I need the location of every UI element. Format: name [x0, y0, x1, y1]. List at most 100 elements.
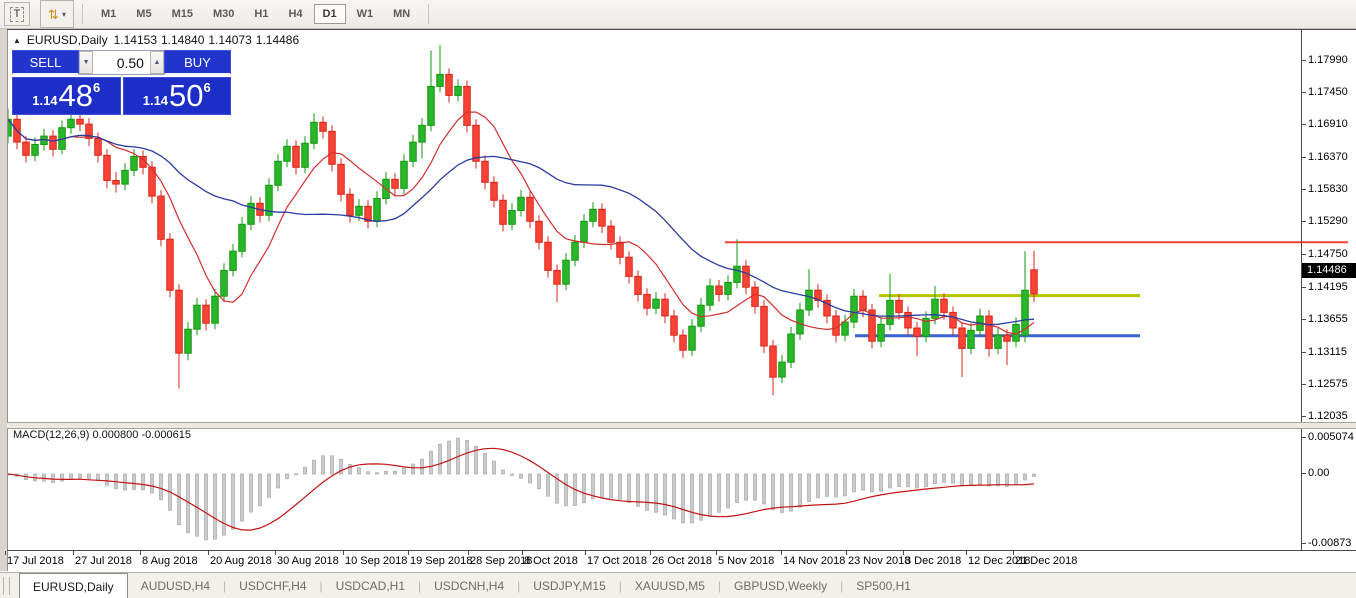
sell-price-small: 1.14: [32, 93, 57, 108]
date-axis-label: 17 Jul 2018: [7, 555, 64, 567]
top-toolbar: T ⇅ ▾ M1M5M15M30H1H4D1W1MN: [0, 0, 1356, 29]
sell-price-big: 48: [59, 81, 93, 111]
date-axis-label: 17 Oct 2018: [587, 555, 647, 567]
toolbar-separator: [428, 4, 429, 24]
date-axis-tick: [522, 551, 523, 555]
date-axis-tick: [73, 551, 74, 555]
price-axis-label: 1.15290: [1308, 215, 1348, 227]
buy-price-small: 1.14: [143, 93, 168, 108]
timeframe-button-m5[interactable]: M5: [127, 4, 160, 24]
price-axis-tick: [1301, 221, 1306, 222]
current-price-badge: 1.14486: [1302, 263, 1356, 278]
volume-increase-button[interactable]: ▲: [150, 51, 164, 74]
timeframe-button-w1[interactable]: W1: [348, 4, 383, 24]
chart-tab-usdcnh[interactable]: USDCNH,H4: [421, 573, 517, 598]
double-arrow-icon: ⇅: [48, 8, 59, 21]
macd-name: MACD(12,26,9): [13, 429, 89, 441]
timeframe-button-h4[interactable]: H4: [279, 4, 311, 24]
buy-button[interactable]: BUY: [164, 50, 231, 75]
timeframe-button-m30[interactable]: M30: [204, 4, 243, 24]
volume-decrease-button[interactable]: ▼: [79, 51, 93, 74]
price-axis-label: 1.17990: [1308, 54, 1348, 66]
volume-control: ▼ ▲: [79, 50, 164, 75]
date-axis-tick: [903, 551, 904, 555]
price-axis-tick: [1301, 189, 1306, 190]
chart-tab-gbpusd[interactable]: GBPUSD,Weekly: [721, 573, 840, 598]
chart-tab-usdcad[interactable]: USDCAD,H1: [323, 573, 418, 598]
macd-axis-tick: [1301, 473, 1306, 474]
price-axis-tick: [1301, 254, 1306, 255]
timeframe-button-m1[interactable]: M1: [92, 4, 125, 24]
date-axis-label: 27 Jul 2018: [75, 555, 132, 567]
date-axis-tick: [650, 551, 651, 555]
price-axis-tick: [1301, 287, 1306, 288]
sell-button[interactable]: SELL: [12, 50, 79, 75]
timeframe-button-m15[interactable]: M15: [163, 4, 202, 24]
macd-axis-label: -0.00873: [1308, 537, 1351, 549]
price-axis-label: 1.17450: [1308, 86, 1348, 98]
text-tool-icon: T: [10, 7, 25, 22]
price-axis-tick: [1301, 124, 1306, 125]
macd-axis-label: 0.00: [1308, 467, 1329, 479]
macd-value: 0.000800: [92, 429, 138, 441]
timeframe-button-mn[interactable]: MN: [384, 4, 419, 24]
chart-tab-eurusd[interactable]: EURUSD,Daily: [19, 573, 128, 598]
sell-price-pip: 6: [93, 80, 100, 95]
buy-price-big: 50: [169, 81, 203, 111]
date-axis-tick: [468, 551, 469, 555]
chart-tab-xauusd[interactable]: XAUUSD,M5: [622, 573, 718, 598]
sell-quote[interactable]: 1.14 48 6: [12, 77, 121, 115]
chart-frame-bottom: [7, 550, 1356, 551]
macd-axis-label: 0.005074: [1308, 431, 1354, 443]
ohlc-close: 1.14486: [256, 33, 299, 47]
price-axis-tick: [1301, 92, 1306, 93]
date-axis-label: 14 Nov 2018: [783, 555, 845, 567]
timeframe-button-h1[interactable]: H1: [245, 4, 277, 24]
date-axis-label: 10 Sep 2018: [345, 555, 407, 567]
date-axis-label: 26 Oct 2018: [652, 555, 712, 567]
timeframe-toolbar: M1M5M15M30H1H4D1W1MN: [91, 4, 420, 24]
indicator-splitter[interactable]: [7, 422, 1356, 429]
chart-tab-sp500[interactable]: SP500,H1: [843, 573, 924, 598]
price-axis-label: 1.15830: [1308, 183, 1348, 195]
chart-tab-audusd[interactable]: AUDUSD,H4: [128, 573, 223, 598]
date-axis-tick: [5, 551, 6, 555]
chart-title: ▲ EURUSD,Daily 1.14153 1.14840 1.14073 1…: [13, 33, 299, 47]
price-axis-label: 1.16370: [1308, 151, 1348, 163]
price-axis-tick: [1301, 416, 1306, 417]
ohlc-open: 1.14153: [114, 33, 157, 47]
chart-tab-usdchf[interactable]: USDCHF,H4: [226, 573, 319, 598]
mt4-window: T ⇅ ▾ M1M5M15M30H1H4D1W1MN ▲ EURUSD,Dail…: [0, 0, 1356, 598]
volume-input[interactable]: [93, 51, 150, 74]
date-axis-tick: [1013, 551, 1014, 555]
date-axis-label: 21 Dec 2018: [1015, 555, 1077, 567]
window-left-edge: [0, 28, 8, 571]
indicator-label: MACD(12,26,9) 0.000800 -0.000615: [13, 429, 191, 441]
price-axis-tick: [1301, 60, 1306, 61]
date-axis-label: 30 Aug 2018: [277, 555, 339, 567]
price-axis-label: 1.14750: [1308, 248, 1348, 260]
chart-tab-usdjpy[interactable]: USDJPY,M15: [520, 573, 618, 598]
date-axis-tick: [140, 551, 141, 555]
macd-signal-value: -0.000615: [141, 429, 191, 441]
ohlc-high: 1.14840: [161, 33, 204, 47]
date-axis-label: 3 Dec 2018: [905, 555, 961, 567]
timeframe-button-d1[interactable]: D1: [314, 4, 346, 24]
date-axis-tick: [408, 551, 409, 555]
date-axis-tick: [966, 551, 967, 555]
date-axis-tick: [208, 551, 209, 555]
symbol-period-label: EURUSD,Daily: [27, 33, 108, 47]
chart-tab-bar: EURUSD,DailyAUDUSD,H4|USDCHF,H4|USDCAD,H…: [0, 572, 1356, 598]
tab-scroll-handle[interactable]: [3, 577, 10, 595]
price-axis-label: 1.13655: [1308, 313, 1348, 325]
price-axis-label: 1.12575: [1308, 378, 1348, 390]
price-axis-tick: [1301, 319, 1306, 320]
text-tool-button[interactable]: T: [4, 2, 30, 26]
date-axis-tick: [716, 551, 717, 555]
arrange-dropdown-button[interactable]: ⇅ ▾: [40, 0, 74, 28]
date-axis-tick: [585, 551, 586, 555]
date-axis-label: 23 Nov 2018: [848, 555, 910, 567]
buy-quote[interactable]: 1.14 50 6: [123, 77, 232, 115]
price-axis-tick: [1301, 384, 1306, 385]
price-axis-tick: [1301, 157, 1306, 158]
